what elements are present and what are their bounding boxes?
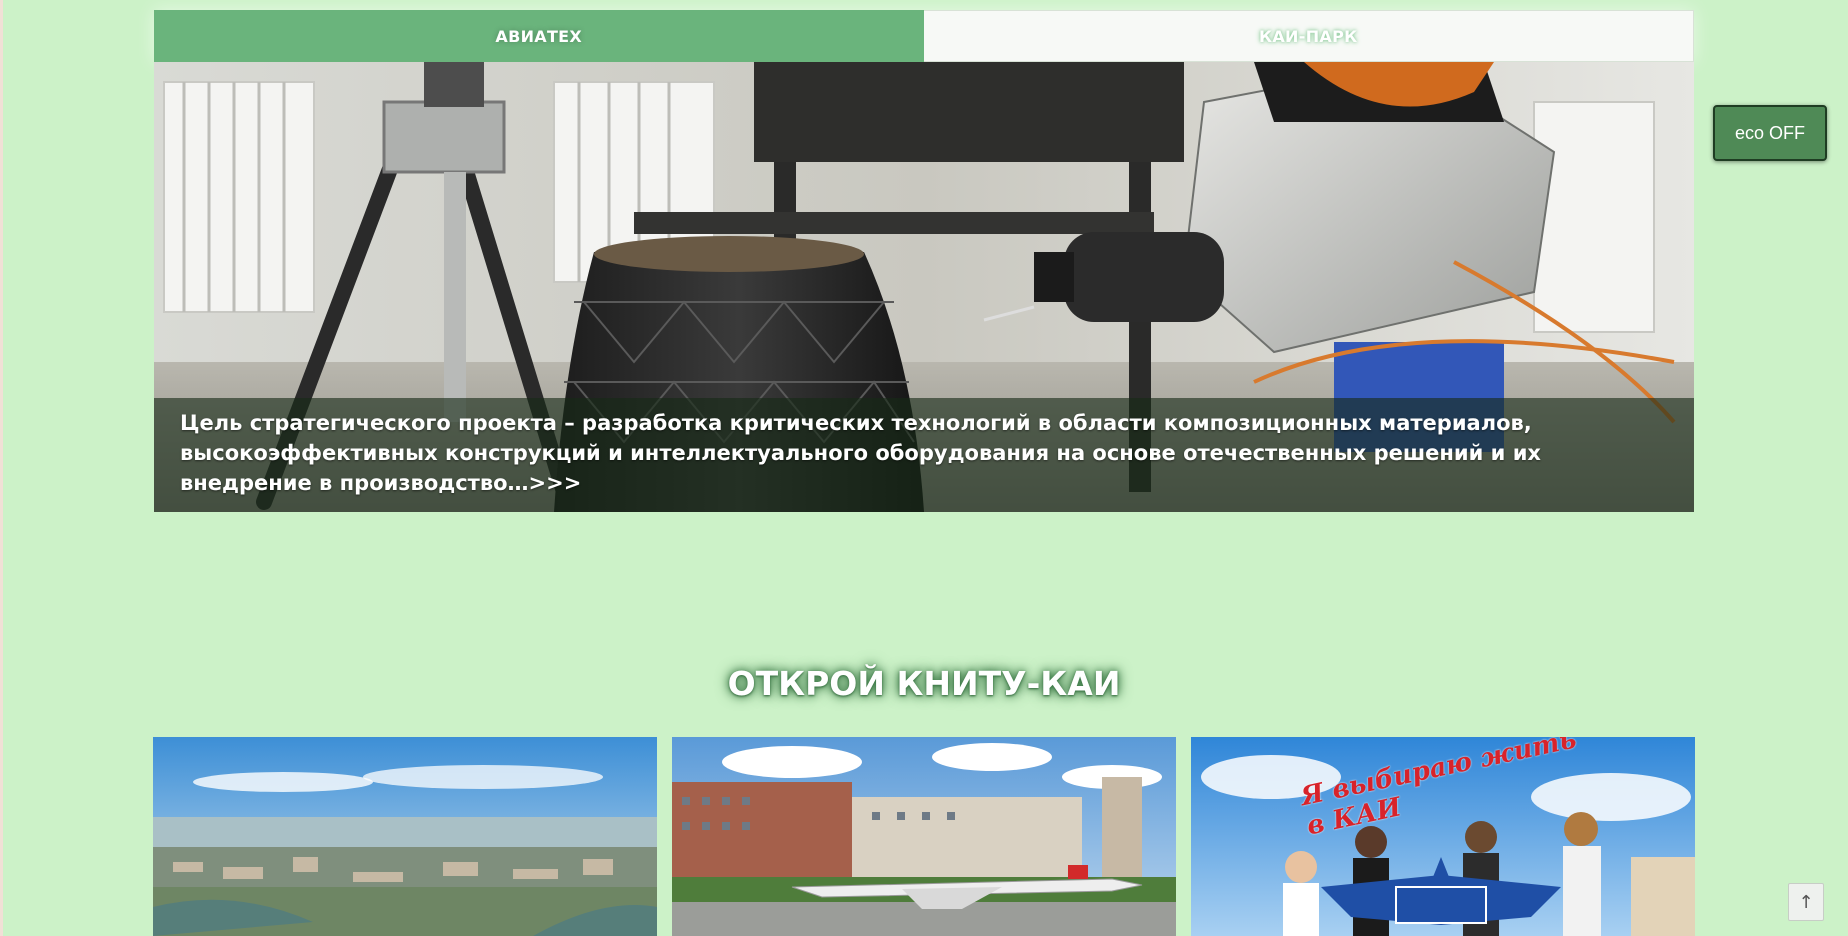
project-slide[interactable]: Цель стратегического проекта – разработк… xyxy=(154,62,1694,512)
city-aerial-photo xyxy=(153,737,657,936)
project-tabs: АВИАТЕХ КАИ-ПАРК xyxy=(154,10,1694,62)
tab-aviatekh[interactable]: АВИАТЕХ xyxy=(154,10,924,62)
card-tu144[interactable] xyxy=(672,737,1176,936)
scroll-top-button[interactable]: ↑ xyxy=(1788,883,1824,921)
section-title: ОТКРОЙ КНИТУ-КАИ xyxy=(727,664,1121,703)
card-city[interactable] xyxy=(153,737,657,936)
tab-kai-park[interactable]: КАИ-ПАРК xyxy=(923,10,1694,62)
tu144-monument-photo xyxy=(672,737,1176,936)
slide-caption[interactable]: Цель стратегического проекта – разработк… xyxy=(154,398,1694,512)
eco-toggle-button[interactable]: eco OFF xyxy=(1713,105,1827,161)
card-students[interactable]: Я выбираю жить в КАИ xyxy=(1191,737,1695,936)
page-edge xyxy=(0,0,3,936)
